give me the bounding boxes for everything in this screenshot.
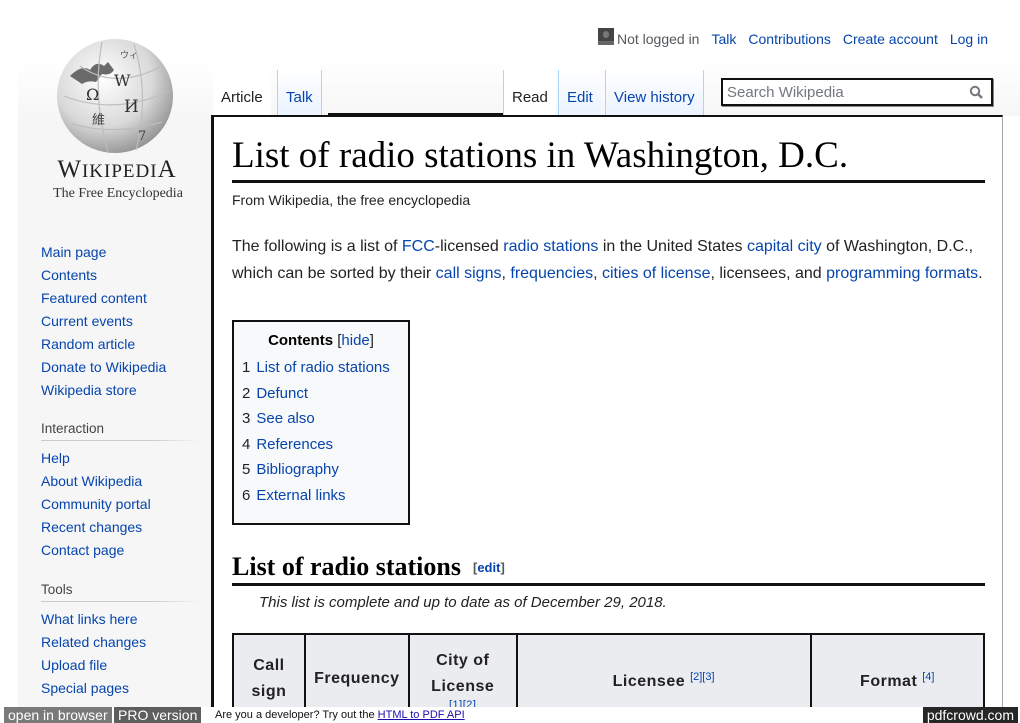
svg-text:W: W bbox=[114, 71, 131, 90]
section-edit: [edit] bbox=[472, 560, 505, 575]
sidebar-item-upload-file[interactable]: Upload file bbox=[41, 657, 107, 673]
sidebar-item-store[interactable]: Wikipedia store bbox=[41, 382, 137, 398]
toc-item[interactable]: 3 See also bbox=[242, 406, 400, 432]
tab-article-label: Article bbox=[221, 89, 263, 106]
sidebar-item-recent-changes[interactable]: Recent changes bbox=[41, 519, 142, 535]
toc-item[interactable]: 6 External links bbox=[242, 483, 400, 509]
svg-text:7: 7 bbox=[138, 129, 146, 144]
svg-text:И: И bbox=[124, 97, 139, 117]
sidebar-item-contents[interactable]: Contents bbox=[41, 267, 97, 283]
tab-edit-label: Edit bbox=[567, 89, 593, 106]
page-title: List of radio stations in Washington, D.… bbox=[232, 134, 985, 183]
fcc-link[interactable]: FCC bbox=[402, 238, 435, 255]
sidebar-item-donate[interactable]: Donate to Wikipedia bbox=[41, 359, 166, 375]
toc-item[interactable]: 4 References bbox=[242, 432, 400, 458]
hatnote: This list is complete and up to date as … bbox=[259, 594, 667, 611]
pdfcrowd-brand[interactable]: pdfcrowd.com bbox=[922, 707, 1018, 723]
tab-article[interactable]: Article bbox=[213, 70, 271, 116]
sidebar-item-current-events[interactable]: Current events bbox=[41, 313, 133, 329]
puzzle-globe-icon: Ω W И 維 7 ウィ bbox=[57, 39, 173, 153]
capital-city-link[interactable]: capital city bbox=[747, 238, 822, 255]
search-input[interactable] bbox=[727, 83, 957, 101]
table-of-contents: Contents [hide] 1 List of radio stations … bbox=[232, 320, 410, 525]
sidebar-item-random-article[interactable]: Random article bbox=[41, 336, 135, 352]
sidebar-tools: Tools What links here Related changes Up… bbox=[41, 582, 199, 700]
section-heading: List of radio stations [edit] bbox=[232, 552, 985, 586]
svg-text:ウィ: ウィ bbox=[120, 50, 138, 61]
toc-link-external-links[interactable]: External links bbox=[256, 487, 345, 504]
sidebar-item-contact-page[interactable]: Contact page bbox=[41, 542, 124, 558]
log-in-link[interactable]: Log in bbox=[950, 31, 988, 47]
radio-stations-link[interactable]: radio stations bbox=[503, 238, 598, 255]
toc-link-see-also[interactable]: See also bbox=[256, 410, 314, 427]
toc-title: Contents bbox=[268, 332, 334, 349]
sidebar-item-related-changes[interactable]: Related changes bbox=[41, 634, 146, 650]
search-box bbox=[721, 78, 993, 106]
tab-read-label: Read bbox=[512, 89, 548, 106]
sidebar-navigation: Main page Contents Featured content Curr… bbox=[41, 241, 199, 402]
svg-text:維: 維 bbox=[92, 113, 105, 128]
personal-talk-link[interactable]: Talk bbox=[711, 31, 736, 47]
wikipedia-wordmark: WIKIPEDIA bbox=[57, 156, 177, 183]
cities-of-license-link[interactable]: cities of license bbox=[602, 265, 711, 282]
call-signs-link[interactable]: call signs bbox=[436, 265, 502, 282]
sidebar-item-community-portal[interactable]: Community portal bbox=[41, 496, 151, 512]
toc-item[interactable]: 5 Bibliography bbox=[242, 457, 400, 483]
user-icon bbox=[597, 28, 614, 45]
toc-item[interactable]: 1 List of radio stations bbox=[242, 355, 400, 381]
tab-read[interactable]: Read bbox=[503, 70, 556, 116]
section-edit-link[interactable]: edit bbox=[477, 560, 500, 575]
wikipedia-logo[interactable]: Ω W И 維 7 ウィ WIKIPEDIA The Free Encyclop… bbox=[30, 36, 198, 206]
search-icon[interactable] bbox=[969, 85, 983, 99]
sidebar-item-featured-content[interactable]: Featured content bbox=[41, 290, 147, 306]
sidebar-interaction: Interaction Help About Wikipedia Communi… bbox=[41, 421, 199, 562]
pdfcrowd-bar: open in browser PRO version Are you a de… bbox=[0, 707, 1020, 723]
tab-talk-label: Talk bbox=[286, 89, 313, 106]
toc-link-references[interactable]: References bbox=[256, 436, 333, 453]
toc-item[interactable]: 2 Defunct bbox=[242, 381, 400, 407]
sidebar-item-special-pages[interactable]: Special pages bbox=[41, 680, 129, 696]
licensee-refs[interactable]: [2][3] bbox=[690, 671, 714, 683]
tab-view-history[interactable]: View history bbox=[605, 70, 704, 116]
tab-talk[interactable]: Talk bbox=[277, 70, 322, 116]
wikipedia-tagline: The Free Encyclopedia bbox=[53, 186, 183, 201]
sidebar-heading-interaction: Interaction bbox=[41, 421, 199, 441]
intro-paragraph: The following is a list of FCC-licensed … bbox=[232, 238, 983, 282]
sidebar-item-about[interactable]: About Wikipedia bbox=[41, 473, 142, 489]
sidebar-item-help[interactable]: Help bbox=[41, 450, 70, 466]
developer-promo: Are you a developer? Try out the HTML to… bbox=[215, 709, 465, 721]
not-logged-in-label: Not logged in bbox=[616, 30, 700, 47]
personal-tools: Not logged in Talk Contributions Create … bbox=[597, 28, 988, 47]
html-to-pdf-api-link[interactable]: HTML to PDF API bbox=[378, 709, 465, 721]
section-heading-text: List of radio stations bbox=[232, 552, 461, 581]
open-in-browser-button[interactable]: open in browser bbox=[4, 707, 112, 723]
format-refs[interactable]: [4] bbox=[922, 671, 934, 683]
sidebar-item-what-links-here[interactable]: What links here bbox=[41, 611, 137, 627]
tab-view-history-label: View history bbox=[614, 89, 695, 106]
create-account-link[interactable]: Create account bbox=[843, 31, 938, 47]
pro-version-button[interactable]: PRO version bbox=[114, 707, 202, 723]
frequencies-link[interactable]: frequencies bbox=[510, 265, 593, 282]
programming-formats-link[interactable]: programming formats bbox=[826, 265, 978, 282]
contributions-link[interactable]: Contributions bbox=[748, 31, 831, 47]
toc-link-list-of-radio-stations[interactable]: List of radio stations bbox=[256, 359, 389, 376]
svg-text:Ω: Ω bbox=[86, 85, 99, 104]
toc-link-defunct[interactable]: Defunct bbox=[256, 385, 308, 402]
sidebar-item-main-page[interactable]: Main page bbox=[41, 244, 106, 260]
toc-link-bibliography[interactable]: Bibliography bbox=[256, 461, 339, 478]
tab-edit[interactable]: Edit bbox=[558, 70, 601, 116]
sidebar-heading-tools: Tools bbox=[41, 582, 199, 602]
site-subtitle: From Wikipedia, the free encyclopedia bbox=[232, 192, 471, 208]
toc-hide-toggle[interactable]: hide bbox=[341, 332, 369, 349]
